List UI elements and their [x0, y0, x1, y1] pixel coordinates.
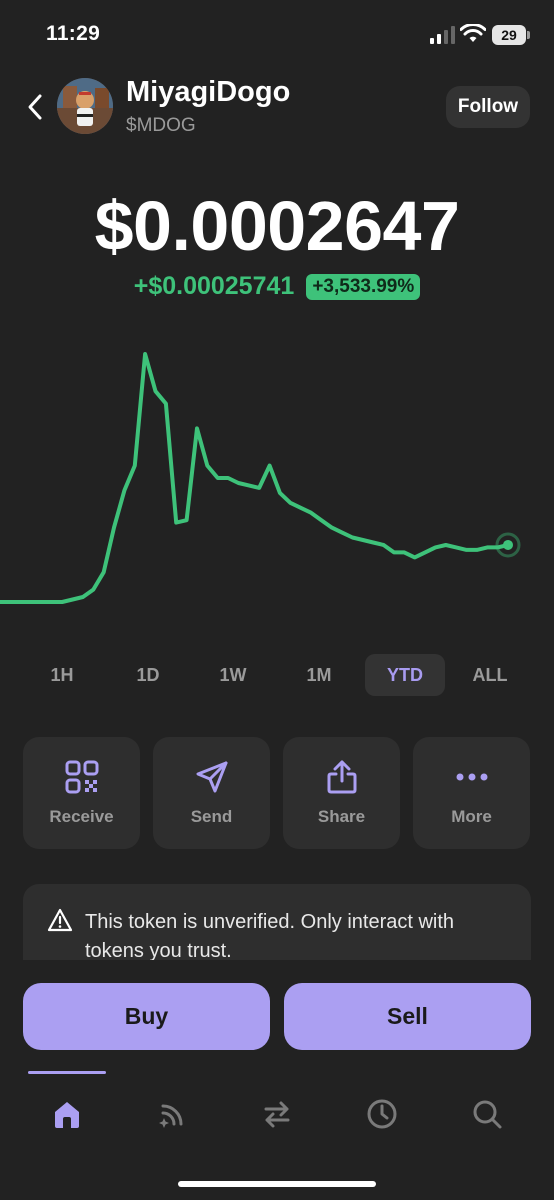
token-avatar [57, 78, 113, 134]
price-line [0, 352, 509, 604]
send-label: Send [190, 807, 233, 826]
nav-active-indicator [28, 1071, 106, 1074]
share-button[interactable]: Share [283, 737, 400, 849]
nav-swap[interactable] [257, 1094, 297, 1134]
back-button[interactable] [20, 88, 50, 126]
explore-icon [159, 1104, 183, 1128]
time-range-tabs: 1H 1D 1W 1M YTD ALL [0, 654, 554, 698]
receive-label: Receive [49, 807, 114, 826]
price-change-percent-badge: +3,533.99% [306, 273, 421, 300]
chevron-left-icon [28, 94, 42, 120]
search-icon [473, 1100, 502, 1129]
token-name: MiyagiDogo [126, 76, 291, 108]
range-tab-1m[interactable]: 1M [279, 654, 359, 696]
buy-button[interactable]: Buy [23, 983, 270, 1050]
follow-button[interactable]: Follow [446, 86, 530, 128]
price-change-amount: +$0.00025741 [133, 272, 295, 300]
range-tab-ytd[interactable]: YTD [365, 654, 445, 696]
price-chart[interactable] [0, 340, 554, 620]
status-time: 11:29 [46, 22, 101, 45]
share-icon [327, 760, 356, 794]
send-button[interactable]: Send [153, 737, 270, 849]
range-tab-all[interactable]: ALL [450, 654, 530, 696]
token-avatar-image [57, 78, 113, 134]
range-tab-1w[interactable]: 1W [193, 654, 273, 696]
nav-home[interactable] [47, 1094, 87, 1134]
unverified-token-warning: This token is unverified. Only interact … [23, 884, 531, 960]
battery-indicator: 29 [492, 25, 526, 45]
battery-nub [527, 31, 530, 39]
qr-code-icon [65, 760, 98, 794]
more-label: More [451, 807, 492, 826]
sell-button[interactable]: Sell [284, 983, 531, 1050]
home-icon [55, 1102, 79, 1128]
range-tab-1h[interactable]: 1H [22, 654, 102, 696]
nav-search[interactable] [467, 1094, 507, 1134]
nav-history[interactable] [362, 1094, 402, 1134]
warning-text: This token is unverified. Only interact … [85, 911, 455, 960]
warning-icon [47, 908, 73, 932]
current-point-marker [503, 539, 513, 550]
more-button[interactable]: More [413, 737, 530, 849]
share-label: Share [317, 807, 366, 826]
token-price: $0.0002647 [94, 187, 460, 265]
history-icon [367, 1099, 397, 1129]
more-icon [456, 773, 487, 781]
price-change-row: +$0.00025741 +3,533.99% [0, 272, 554, 301]
token-symbol: $MDOG [126, 115, 196, 136]
range-tab-1d[interactable]: 1D [108, 654, 188, 696]
send-icon [196, 761, 227, 793]
nav-explore[interactable] [153, 1094, 193, 1134]
receive-button[interactable]: Receive [23, 737, 140, 849]
cellular-signal-icon [430, 26, 455, 44]
swap-icon [264, 1101, 290, 1128]
wifi-icon [460, 24, 486, 42]
home-indicator [178, 1181, 376, 1187]
